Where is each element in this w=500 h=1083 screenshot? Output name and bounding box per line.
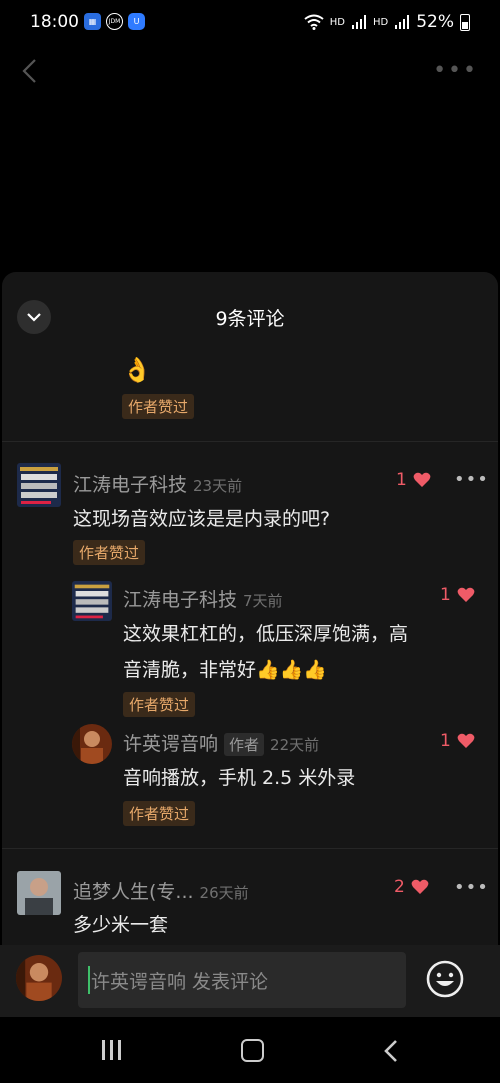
nav-back-icon[interactable]: [380, 1039, 404, 1063]
back-arrow-icon[interactable]: [18, 58, 44, 84]
sheet-header: 9条评论: [2, 272, 498, 362]
calendar-app-icon: ▦: [84, 13, 101, 30]
reply-meta: 江涛电子科技 7天前: [123, 585, 283, 612]
shield-app-icon: U: [128, 13, 145, 30]
more-options-icon[interactable]: •••: [433, 58, 478, 83]
author-liked-badge: 作者赞过: [73, 540, 146, 565]
divider: [2, 848, 498, 849]
heart-icon: [457, 733, 475, 748]
hd-label-2: HD: [372, 16, 389, 28]
author-liked-badge: 作者赞过: [123, 692, 196, 717]
wifi-icon: [304, 14, 324, 30]
more-icon[interactable]: •••: [454, 469, 489, 490]
comments-sheet: 9条评论 👌 作者赞过 江涛电子科技 23天前 1 ••• 这现场音效应该是是内…: [2, 272, 498, 1017]
username[interactable]: 许英谔音响: [123, 729, 218, 756]
recent-apps-icon[interactable]: [102, 1040, 121, 1060]
reply-text-line-2: 音清脆，非常好👍👍👍: [123, 659, 327, 681]
comment-input[interactable]: 许英谔音响 发表评论: [78, 952, 406, 1008]
hd-label-1: HD: [329, 16, 345, 28]
status-time: 18:00: [30, 12, 79, 32]
comment-input-bar: 许英谔音响 发表评论: [0, 945, 500, 1017]
reply-text: 音响播放，手机 2.5 米外录: [123, 767, 356, 789]
comment-time: 26天前: [199, 884, 249, 902]
heart-icon: [413, 472, 431, 487]
avatar-image: [72, 724, 112, 764]
like-count: 1: [440, 585, 451, 605]
comment-time: 7天前: [243, 592, 283, 610]
avatar-image: [17, 463, 61, 507]
comment-input-placeholder: 许英谔音响 发表评论: [91, 970, 269, 993]
like-button[interactable]: 1: [440, 731, 475, 751]
like-button[interactable]: 1: [396, 470, 431, 490]
signal-icon-2: [395, 15, 410, 29]
home-icon[interactable]: [241, 1039, 264, 1062]
comment-time: 22天前: [270, 736, 320, 754]
author-liked-badge: 作者赞过: [123, 801, 196, 826]
status-indicators: HD HD 52%: [304, 12, 470, 32]
like-count: 1: [440, 731, 451, 751]
signal-icon-1: [351, 15, 366, 29]
avatar[interactable]: [72, 724, 112, 764]
author-tag: 作者: [224, 733, 265, 756]
username[interactable]: 江涛电子科技: [73, 470, 187, 497]
like-count: 2: [394, 877, 405, 897]
ok-hand-emoji: 👌: [122, 356, 152, 384]
username[interactable]: 追梦人生(专...: [73, 877, 194, 904]
status-bar: 18:00 ▦ JDM U HD HD 52%: [0, 0, 500, 48]
like-button[interactable]: 1: [440, 585, 475, 605]
avatar[interactable]: [17, 463, 61, 507]
system-nav-bar: [0, 1017, 500, 1083]
avatar[interactable]: [17, 871, 61, 915]
heart-icon: [411, 879, 429, 894]
more-icon[interactable]: •••: [454, 877, 489, 898]
avatar-image: [16, 955, 62, 1001]
author-liked-badge: 作者赞过: [122, 394, 195, 419]
comment-text: 这现场音效应该是是内录的吧?: [73, 508, 331, 530]
jdm-app-icon: JDM: [106, 13, 123, 30]
comment-meta: 江涛电子科技 23天前: [73, 470, 242, 497]
avatar-image: [17, 871, 61, 915]
text-cursor: [88, 966, 90, 994]
like-button[interactable]: 2: [394, 877, 429, 897]
my-avatar[interactable]: [16, 955, 62, 1001]
username[interactable]: 江涛电子科技: [123, 585, 237, 612]
emoji-icon[interactable]: [424, 958, 466, 1000]
reply-text-line-1: 这效果杠杠的，低压深厚饱满，高: [123, 623, 409, 645]
like-count: 1: [396, 470, 407, 490]
comment-text: 多少米一套: [73, 914, 169, 936]
avatar[interactable]: [72, 581, 112, 621]
comment-time: 23天前: [193, 477, 243, 495]
avatar-image: [72, 581, 112, 621]
comment-meta: 追梦人生(专... 26天前: [73, 877, 249, 904]
heart-icon: [457, 587, 475, 602]
divider: [2, 441, 498, 442]
sheet-title: 9条评论: [215, 308, 285, 330]
reply-meta: 许英谔音响 作者 22天前: [123, 729, 319, 756]
battery-icon: [460, 13, 470, 31]
status-app-icons: ▦ JDM U: [84, 13, 145, 30]
top-nav: •••: [0, 48, 500, 98]
battery-percent: 52%: [416, 12, 454, 32]
